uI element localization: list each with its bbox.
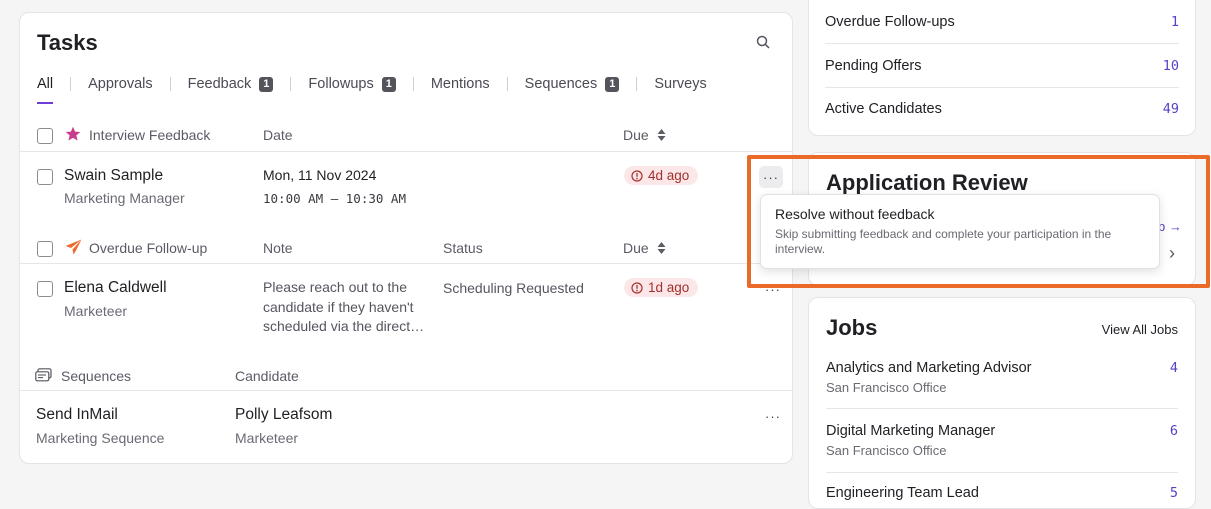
divider	[826, 408, 1178, 409]
sequence-step-name[interactable]: Send InMail	[36, 406, 118, 424]
followup-status: Scheduling Requested	[443, 280, 584, 296]
job-name: Digital Marketing Manager	[826, 423, 996, 439]
stat-row-pending-offers[interactable]: Pending Offers 10	[825, 44, 1179, 88]
alert-circle-icon	[631, 169, 643, 182]
stat-label: Pending Offers	[825, 57, 922, 74]
tab-label: Mentions	[430, 76, 490, 92]
job-name: Engineering Team Lead	[826, 485, 979, 501]
due-label: Due	[623, 240, 649, 256]
due-badge: 1d ago	[624, 278, 699, 297]
sequence-name: Marketing Sequence	[36, 430, 165, 446]
tab-divider	[636, 77, 638, 91]
candidate-name[interactable]: Swain Sample	[64, 167, 163, 185]
sort-icon	[657, 129, 666, 141]
sequence-icon	[35, 368, 53, 387]
tab-mentions[interactable]: Mentions	[431, 73, 490, 95]
count-badge: 1	[259, 76, 274, 92]
more-options-button[interactable]: ···	[765, 409, 781, 424]
job-count: 6	[1169, 423, 1178, 439]
stat-value: 49	[1162, 100, 1179, 117]
candidate-role: Marketeer	[64, 303, 128, 319]
stat-row-overdue-followups[interactable]: Overdue Follow-ups 1	[825, 0, 1179, 44]
divider	[826, 472, 1178, 473]
select-all-followup-checkbox[interactable]	[37, 241, 53, 257]
tasks-card: Tasks All Approvals Feedback 1 Followups 1…	[19, 12, 793, 464]
due-column-header[interactable]: Due	[623, 127, 666, 143]
alert-circle-icon	[631, 281, 643, 294]
stats-card: Overdue Follow-ups 1 Pending Offers 10 A…	[808, 0, 1196, 136]
tab-approvals[interactable]: Approvals	[88, 73, 152, 95]
date-column-header: Date	[263, 127, 293, 143]
resolve-without-feedback-tooltip[interactable]: Resolve without feedback Skip submitting…	[760, 194, 1160, 269]
tab-label: Followups	[308, 76, 374, 92]
tab-divider	[290, 77, 292, 91]
candidate-name[interactable]: Elena Caldwell	[64, 279, 167, 297]
tab-sequences[interactable]: Sequences 1	[525, 73, 620, 95]
due-badge: 4d ago	[624, 166, 699, 185]
divider	[20, 151, 792, 152]
sort-icon	[657, 242, 666, 254]
select-all-interview-checkbox[interactable]	[37, 128, 53, 144]
stat-row-active-candidates[interactable]: Active Candidates 49	[825, 87, 1179, 130]
tab-surveys[interactable]: Surveys	[654, 73, 706, 95]
job-item[interactable]: Digital Marketing Manager San Francisco …	[826, 423, 1178, 458]
row-checkbox[interactable]	[37, 281, 53, 297]
sequences-header: Sequences	[61, 368, 132, 384]
due-text: 1d ago	[648, 280, 690, 295]
tab-divider	[506, 77, 508, 91]
divider	[20, 263, 792, 264]
status-column-header: Status	[443, 240, 483, 256]
interview-feedback-header: Interview Feedback	[89, 127, 211, 143]
star-icon	[65, 126, 81, 147]
tab-label: Feedback	[187, 76, 252, 92]
tasks-title: Tasks	[37, 30, 98, 55]
due-label: Due	[623, 127, 649, 143]
tab-divider	[70, 77, 72, 91]
job-location: San Francisco Office	[826, 380, 947, 395]
count-badge: 1	[381, 76, 396, 92]
followup-note: Please reach out to the candidate if the…	[263, 279, 425, 334]
candidate-name[interactable]: Polly Leafsom	[235, 406, 332, 424]
task-tabs: All Approvals Feedback 1 Followups 1 Menti…	[37, 73, 707, 104]
tooltip-title: Resolve without feedback	[775, 206, 935, 222]
note-column-header: Note	[263, 240, 293, 256]
overdue-followup-header: Overdue Follow-up	[89, 240, 208, 256]
job-location: San Francisco Office	[826, 443, 947, 458]
tab-label: All	[37, 76, 54, 92]
tab-label: Sequences	[524, 76, 598, 92]
job-count: 4	[1169, 360, 1178, 376]
tab-divider	[412, 77, 414, 91]
divider	[20, 390, 792, 391]
tab-divider	[169, 77, 171, 91]
paper-plane-icon	[65, 239, 82, 260]
search-icon[interactable]	[756, 35, 770, 54]
job-item[interactable]: Engineering Team Lead 5	[826, 485, 1178, 501]
due-column-header[interactable]: Due	[623, 240, 666, 256]
tab-all[interactable]: All	[37, 73, 54, 104]
job-item[interactable]: Analytics and Marketing Advisor San Fran…	[826, 360, 1178, 395]
interview-time: 10:00 AM – 10:30 AM	[263, 191, 406, 206]
view-all-jobs-link[interactable]: View All Jobs	[1102, 322, 1178, 337]
interview-date: Mon, 11 Nov 2024	[263, 167, 377, 183]
stat-label: Active Candidates	[825, 100, 942, 117]
stat-label: Overdue Follow-ups	[825, 13, 955, 30]
jobs-title: Jobs	[826, 315, 878, 340]
row-checkbox[interactable]	[37, 169, 53, 185]
candidate-role: Marketeer	[235, 430, 299, 446]
tooltip-description: Skip submitting feedback and complete yo…	[775, 227, 1112, 256]
tab-feedback[interactable]: Feedback 1	[188, 73, 274, 95]
count-badge: 1	[605, 76, 620, 92]
candidate-column-header: Candidate	[235, 368, 299, 384]
stat-value: 10	[1162, 57, 1179, 74]
candidate-role: Marketing Manager	[64, 190, 185, 206]
job-count: 5	[1169, 485, 1178, 501]
due-text: 4d ago	[648, 168, 690, 183]
tab-label: Surveys	[654, 76, 707, 92]
tab-label: Approvals	[88, 76, 153, 92]
tab-followups[interactable]: Followups 1	[308, 73, 396, 95]
job-name: Analytics and Marketing Advisor	[826, 360, 1032, 376]
stat-value: 1	[1170, 13, 1179, 30]
jobs-card: Jobs View All Jobs Analytics and Marketi…	[808, 297, 1196, 509]
